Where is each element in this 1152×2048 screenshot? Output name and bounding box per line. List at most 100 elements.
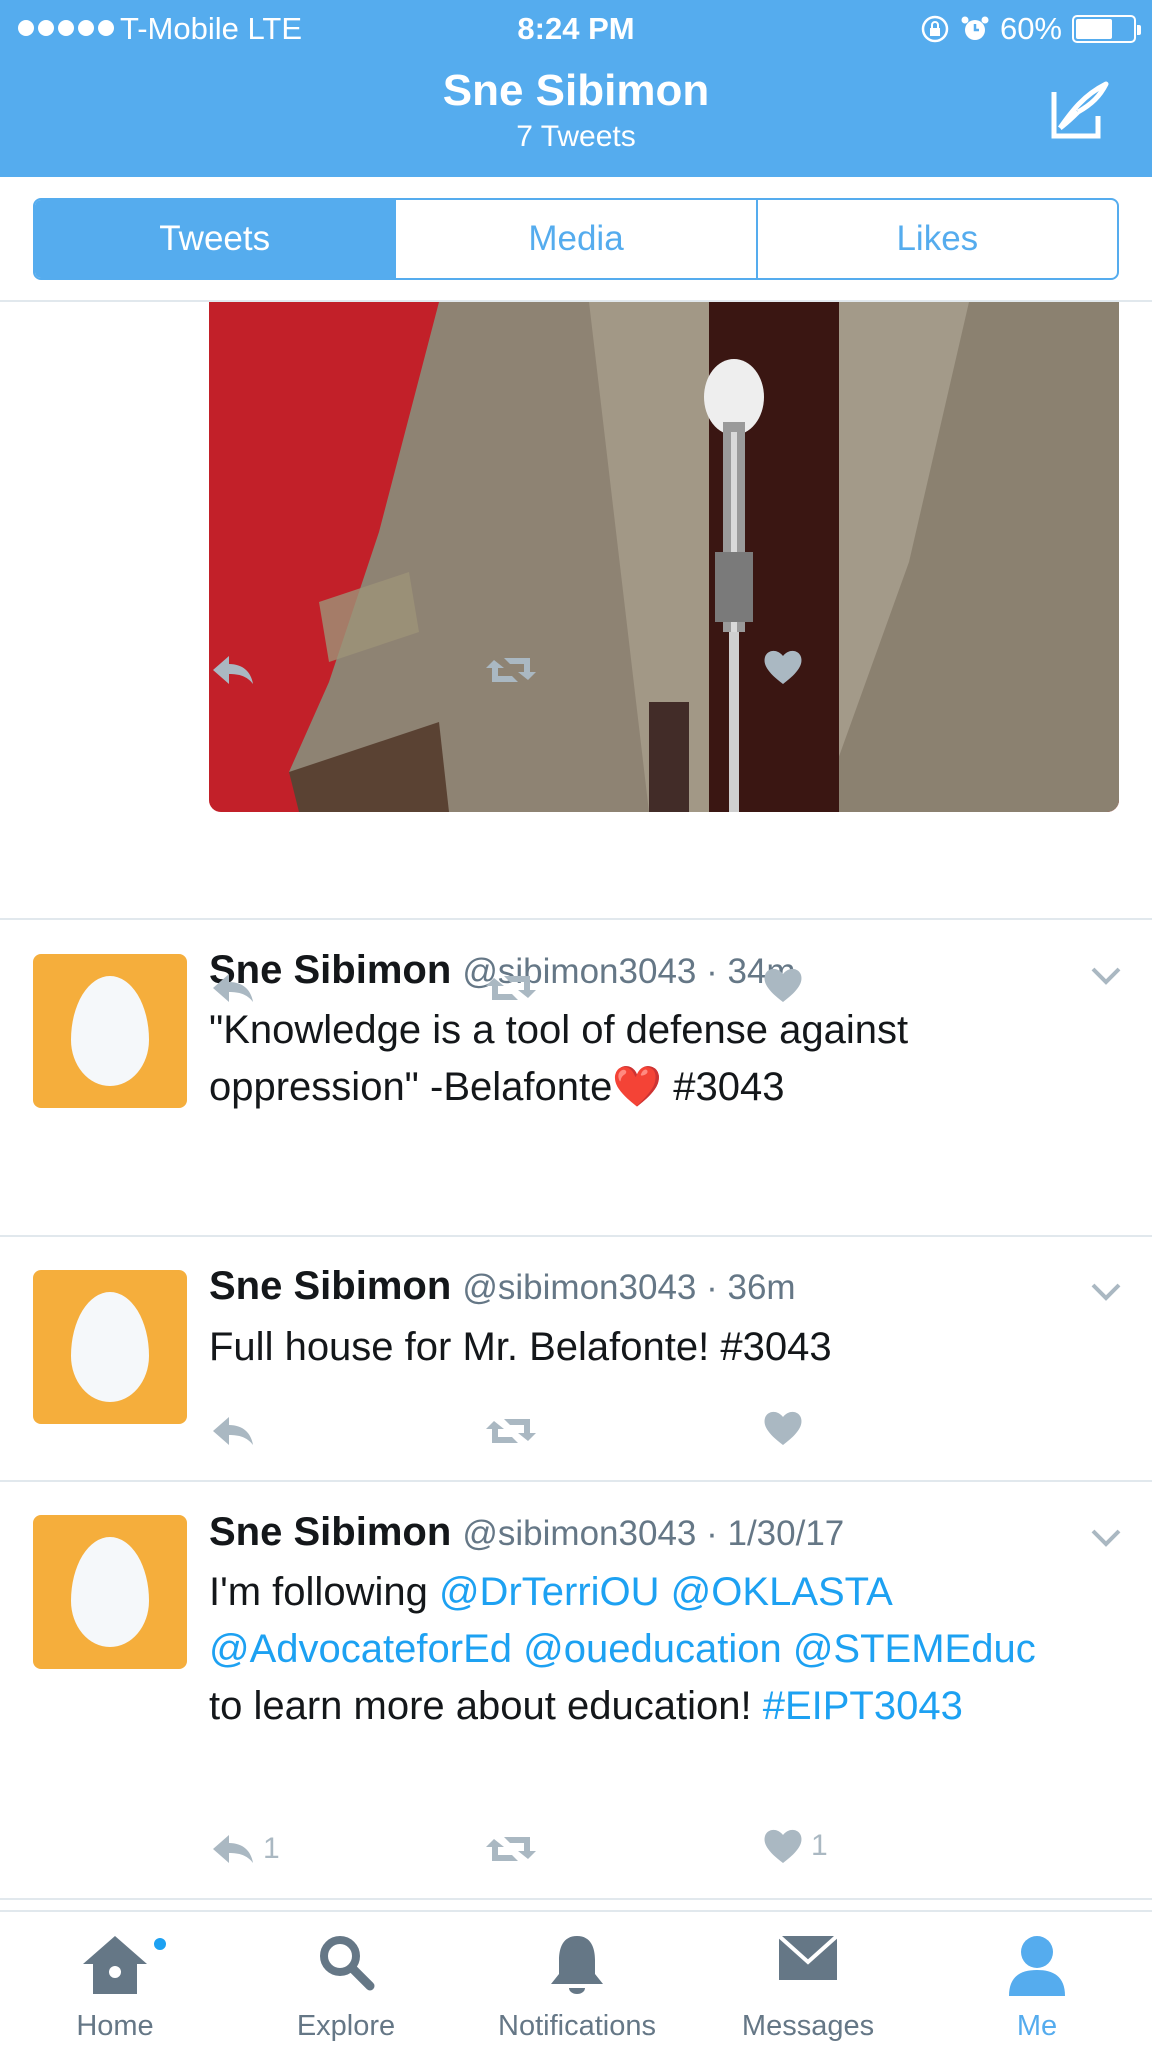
tab-icon-wrap bbox=[5, 1932, 225, 2004]
segmented-control: Tweets Media Likes bbox=[33, 198, 1119, 280]
tweet-text: Full house for Mr. Belafonte! #3043 bbox=[209, 1325, 832, 1369]
tab-messages[interactable]: Messages bbox=[698, 1912, 918, 2048]
tab-likes[interactable]: Likes bbox=[755, 200, 1117, 278]
reply-button[interactable] bbox=[211, 652, 255, 688]
bottom-tab-bar: Home Explore Notifications Messages Me bbox=[0, 1910, 1152, 2048]
rotation-lock-icon bbox=[921, 15, 949, 43]
tab-label: Notifications bbox=[498, 2010, 656, 2042]
compose-icon[interactable] bbox=[1048, 78, 1112, 142]
heart-icon bbox=[764, 1829, 802, 1863]
retweet-button[interactable] bbox=[484, 1831, 538, 1867]
tweet-text-body: "Knowledge is a tool of defense against … bbox=[209, 1008, 909, 1109]
hashtag-link[interactable]: #3043 bbox=[662, 1065, 784, 1109]
tab-media[interactable]: Media bbox=[394, 200, 755, 278]
status-right-group: 60% bbox=[920, 11, 1141, 47]
avatar[interactable] bbox=[33, 954, 187, 1108]
reply-button[interactable] bbox=[211, 1413, 255, 1449]
tab-label: Home bbox=[76, 2010, 154, 2042]
tab-icon-wrap bbox=[698, 1932, 918, 2004]
navigation-header: T-Mobile LTE 8:24 PM 60% Sne Sibimon 7 T… bbox=[0, 0, 1152, 177]
heart-emoji: ❤️ bbox=[612, 1065, 663, 1109]
author-handle[interactable]: @sibimon3043 bbox=[462, 1514, 696, 1553]
avatar[interactable] bbox=[33, 1515, 187, 1669]
tweet-divider bbox=[0, 918, 1152, 920]
retweet-button[interactable] bbox=[484, 652, 538, 688]
chevron-down-icon[interactable] bbox=[1090, 1528, 1122, 1548]
default-egg-avatar bbox=[71, 976, 149, 1086]
retweet-icon bbox=[486, 1837, 536, 1861]
tab-explore[interactable]: Explore bbox=[236, 1912, 456, 2048]
status-bar: T-Mobile LTE 8:24 PM 60% bbox=[0, 0, 1152, 58]
heart-icon bbox=[764, 968, 802, 1002]
tweet-header: Sne Sibimon @sibimon3043 · 1/30/17 bbox=[209, 1510, 845, 1554]
reply-button[interactable] bbox=[211, 970, 255, 1006]
notification-dot bbox=[152, 1936, 168, 1952]
tweet-divider bbox=[0, 1235, 1152, 1237]
like-count: 1 bbox=[811, 1829, 828, 1862]
tab-notifications[interactable]: Notifications bbox=[467, 1912, 687, 2048]
tab-home[interactable]: Home bbox=[5, 1912, 225, 2048]
bell-icon bbox=[551, 1936, 603, 1994]
alarm-icon bbox=[961, 16, 989, 40]
retweet-icon bbox=[486, 976, 536, 1000]
tweet-text: I'm following @DrTerriOU @OKLASTA @Advoc… bbox=[209, 1564, 1069, 1735]
reply-icon bbox=[213, 974, 253, 1002]
chevron-down-icon[interactable] bbox=[1090, 1282, 1122, 1302]
tab-label: Messages bbox=[741, 2010, 875, 2042]
retweet-button[interactable] bbox=[484, 970, 538, 1006]
tweet-time[interactable]: 36m bbox=[727, 1268, 795, 1307]
battery-fill bbox=[1076, 19, 1112, 39]
tweet-header: Sne Sibimon @sibimon3043 · 36m bbox=[209, 1264, 796, 1308]
search-icon bbox=[320, 1936, 375, 1991]
like-button[interactable] bbox=[763, 648, 803, 686]
envelope-icon bbox=[777, 1934, 839, 1980]
tab-icon-wrap bbox=[927, 1932, 1147, 2004]
mention-link[interactable]: @AdvocateforEd bbox=[209, 1627, 512, 1671]
page-title: Sne Sibimon bbox=[442, 66, 710, 115]
tab-label: Me bbox=[1016, 2010, 1058, 2042]
tweet-text-middle: to learn more about education! bbox=[209, 1684, 763, 1728]
reply-icon bbox=[213, 1835, 253, 1863]
heart-icon bbox=[764, 1411, 802, 1445]
mention-link[interactable]: @OKLASTA bbox=[671, 1570, 891, 1614]
retweet-icon bbox=[486, 658, 536, 682]
tweet-timeline[interactable]: Sne Sibimon @sibimon3043 · 34m "Knowledg… bbox=[0, 302, 1152, 1910]
tab-icon-wrap bbox=[236, 1932, 456, 2004]
default-egg-avatar bbox=[71, 1537, 149, 1647]
tweet-text-intro: I'm following bbox=[209, 1570, 439, 1614]
tweet-time[interactable]: 1/30/17 bbox=[727, 1514, 844, 1553]
tweet-divider bbox=[0, 1898, 1152, 1900]
home-icon bbox=[83, 1936, 147, 1994]
profile-tabs-bar: Tweets Media Likes bbox=[0, 177, 1152, 302]
reply-icon bbox=[213, 656, 253, 684]
default-egg-avatar bbox=[71, 1292, 149, 1402]
chevron-down-icon[interactable] bbox=[1090, 966, 1122, 986]
like-button[interactable] bbox=[763, 1409, 803, 1447]
heart-icon bbox=[764, 650, 802, 684]
reply-icon bbox=[213, 1417, 253, 1445]
mention-link[interactable]: @DrTerriOU bbox=[439, 1570, 660, 1614]
battery-icon bbox=[1072, 15, 1141, 43]
like-button[interactable] bbox=[763, 966, 803, 1004]
author-name[interactable]: Sne Sibimon bbox=[209, 1264, 451, 1308]
tab-tweets[interactable]: Tweets bbox=[35, 200, 395, 278]
tab-label: Explore bbox=[296, 2010, 396, 2042]
tab-icon-wrap bbox=[467, 1932, 687, 2004]
like-button[interactable]: 1 bbox=[763, 1827, 828, 1865]
mention-link[interactable]: @STEMEduc bbox=[793, 1627, 1036, 1671]
author-name[interactable]: Sne Sibimon bbox=[209, 1510, 451, 1554]
reply-button[interactable]: 1 bbox=[211, 1831, 280, 1867]
author-handle[interactable]: @sibimon3043 bbox=[462, 1268, 696, 1307]
retweet-button[interactable] bbox=[484, 1413, 538, 1449]
retweet-icon bbox=[486, 1419, 536, 1443]
hashtag-link[interactable]: #EIPT3043 bbox=[763, 1684, 963, 1728]
mention-link[interactable]: @oueducation bbox=[523, 1627, 782, 1671]
battery-percent: 60% bbox=[999, 11, 1062, 46]
person-icon bbox=[1009, 1936, 1065, 1996]
avatar[interactable] bbox=[33, 1270, 187, 1424]
tweet-count: 7 Tweets bbox=[516, 120, 636, 153]
tweet-photo[interactable] bbox=[209, 302, 1119, 812]
reply-count: 1 bbox=[263, 1832, 280, 1865]
tab-me[interactable]: Me bbox=[927, 1912, 1147, 2048]
tweet-divider bbox=[0, 1480, 1152, 1482]
